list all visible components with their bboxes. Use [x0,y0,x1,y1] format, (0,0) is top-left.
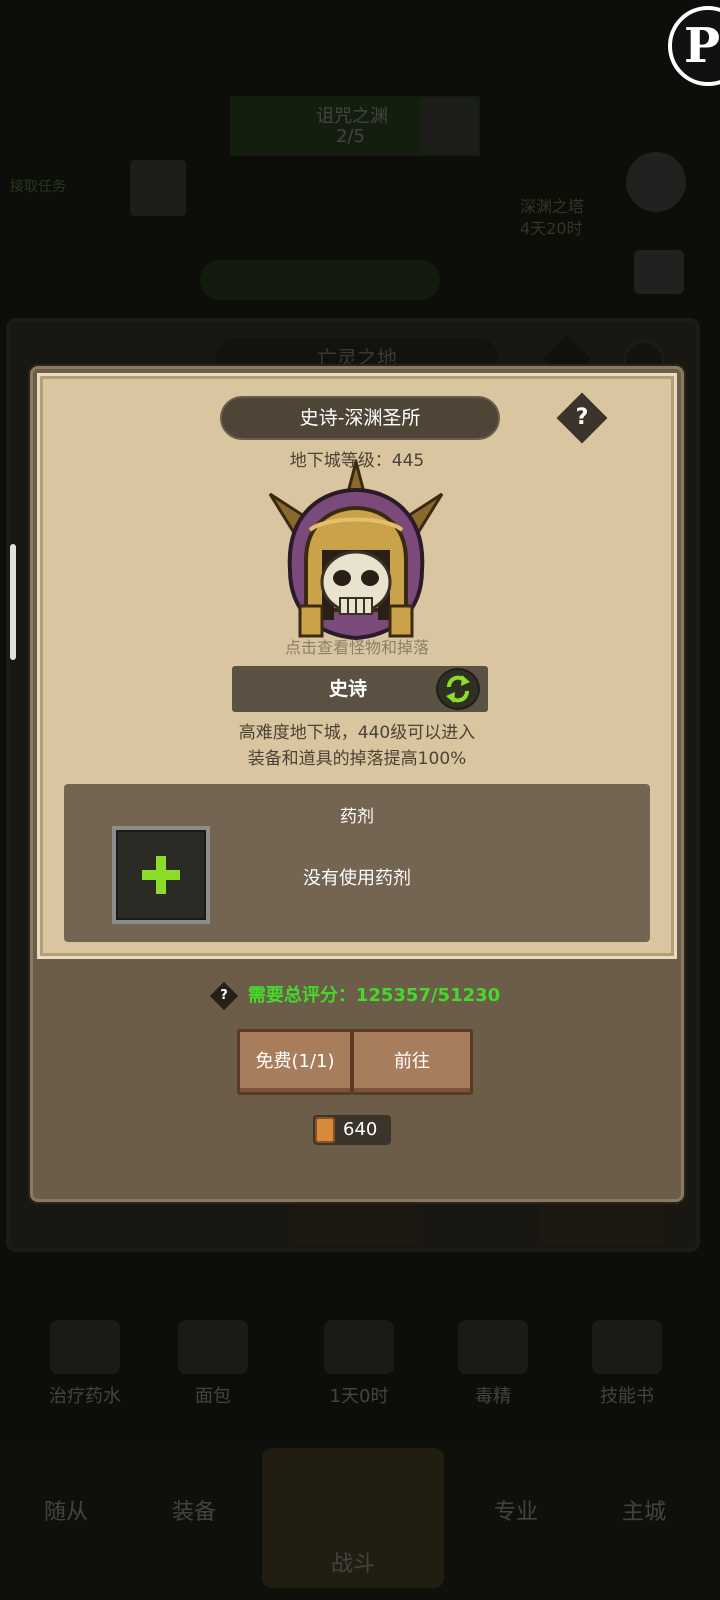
description-line-1: 高难度地下城，440级可以进入 [238,723,476,743]
item-label: 治疗药水 [49,1386,121,1407]
nav-battle-label: 战斗 [330,1552,375,1577]
score-help-glyph: ? [220,988,228,1003]
ticket-cost: 640 [313,1115,391,1145]
swap-arrows-glyph [446,675,470,703]
potion-status: 没有使用药剂 [303,868,411,889]
task-icon [130,160,186,216]
chest-icon [634,250,684,294]
skull-helmet-icon [268,456,444,641]
book-icon [592,1320,662,1374]
nav-equipment: 装备 [171,1500,216,1525]
description-line-2: 装备和道具的掉落提高100% [247,749,467,769]
difficulty-label: 史诗 [328,678,367,700]
timer: 深渊之塔 4天20时 [520,196,584,240]
modal-title-banner: 史诗-深渊圣所 [220,396,500,440]
dungeon-modal: 史诗-深渊圣所 ? 地下城等级：445 点击查看怪物和掉落 史诗 高难度地下城，… [30,366,684,1202]
potion-panel: 药剂 没有使用药剂 [64,784,650,942]
score-label: 需要总评分： [247,985,356,1006]
swap-arrows-icon[interactable] [436,668,480,710]
ticket-count: 640 [343,1119,378,1140]
gear-icon [626,152,686,212]
nav-battle: 战斗 [262,1448,444,1588]
dungeon-description: 高难度地下城，440级可以进入 装备和道具的掉落提高100% [40,720,674,772]
item-slot: 技能书 [562,1320,692,1408]
timer-icon [324,1320,394,1374]
item-label: 1天0时 [329,1386,389,1407]
plus-icon-vertical [156,856,166,894]
help-glyph[interactable]: ? [564,400,600,436]
nav-followers: 随从 [43,1500,88,1525]
quest-progress: 2/5 [336,126,365,147]
parchment-panel: 史诗-深渊圣所 ? 地下城等级：445 点击查看怪物和掉落 史诗 高难度地下城，… [37,373,677,959]
timer-value: 4天20时 [520,219,583,238]
required-score: ? 需要总评分：125357/51230 [33,981,681,1011]
task-text: 接取任务 [10,179,66,195]
potion-title: 药剂 [340,807,374,827]
go-button[interactable]: 前往 [351,1029,473,1095]
bottom-items: 治疗药水 面包 1天0时 毒精 技能书 [0,1320,720,1430]
item-label: 技能书 [600,1386,654,1407]
score-value: 125357/51230 [355,985,501,1006]
timer-title: 深渊之塔 [520,197,585,216]
quest-refresh-icon [420,98,478,154]
score-help-icon[interactable]: ? [209,981,238,1011]
side-scrollbar[interactable] [10,544,16,660]
quest-title: 诅咒之渊 [316,106,388,127]
boss-portrait[interactable] [266,456,446,650]
modal-title: 史诗-深渊圣所 [299,407,421,429]
free-enter-button[interactable]: 免费(1/1) [237,1029,353,1095]
item-slot: 治疗药水 [20,1320,150,1408]
item-slot: 1天0时 [294,1320,424,1408]
item-slot: 面包 [148,1320,278,1408]
scenery [200,260,440,300]
boss-hint[interactable]: 点击查看怪物和掉落 [40,634,674,658]
item-label: 面包 [195,1386,231,1407]
scroll-ticket-icon [315,1117,335,1143]
item-slot: 毒精 [428,1320,558,1408]
item-label: 毒精 [475,1386,511,1407]
poison-icon [458,1320,528,1374]
action-buttons: 免费(1/1) 前往 [237,1029,473,1095]
difficulty-selector[interactable]: 史诗 [232,666,488,712]
bread-icon [178,1320,248,1374]
nav-profession: 专业 [493,1500,538,1525]
add-potion-button[interactable] [112,826,210,924]
potion-icon [50,1320,120,1374]
nav-city: 主城 [621,1500,666,1525]
